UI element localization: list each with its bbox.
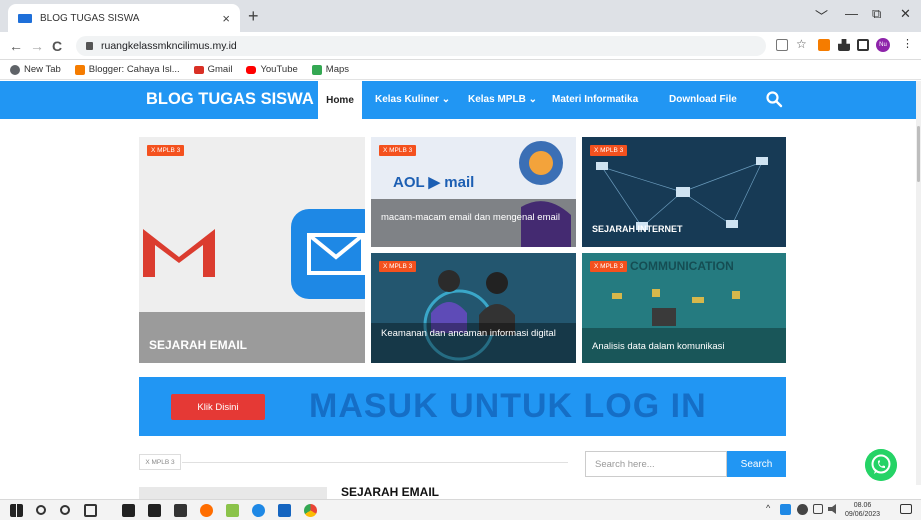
url-text: ruangkelassmkncilimus.my.id	[101, 40, 237, 52]
side-panel-icon[interactable]	[857, 39, 869, 51]
card-title[interactable]: macam-macam email dan mengenal email	[381, 212, 571, 224]
category-tag[interactable]: X MPLB 3	[139, 454, 181, 470]
address-toolbar: ← → C ruangkelassmkncilimus.my.id ☆ Nu ⋮	[0, 32, 921, 60]
nav-materi-informatika[interactable]: Materi Informatika	[552, 94, 638, 105]
task-view-icon[interactable]	[84, 504, 97, 517]
restore-button[interactable]: ⧉	[872, 6, 881, 22]
card-title[interactable]: Analisis data dalam komunikasi	[592, 341, 725, 353]
chrome-icon	[10, 64, 20, 75]
file-explorer-icon[interactable]	[226, 504, 239, 517]
share-icon[interactable]	[776, 39, 788, 51]
mail-app-icon[interactable]	[122, 504, 135, 517]
nav-kelas-mplb[interactable]: Kelas MPLB ⌄	[468, 94, 537, 105]
extensions-puzzle-icon[interactable]	[838, 39, 850, 51]
bookmarks-bar: New Tab Blogger: Cahaya Isl... Gmail You…	[0, 60, 921, 80]
site-header: BLOG TUGAS SISWA Home Kelas Kuliner ⌄ Ke…	[0, 81, 916, 119]
communication-watermark: COMMUNICATION	[630, 259, 734, 273]
nav-home[interactable]: Home	[318, 81, 362, 119]
bookmark-star-icon[interactable]: ☆	[796, 37, 808, 51]
maps-icon	[311, 64, 322, 75]
clock-date: 09/06/2023	[845, 511, 881, 518]
site-favicon-icon	[18, 13, 32, 23]
blogger-icon	[74, 64, 85, 75]
tab-title: BLOG TUGAS SISWA	[40, 12, 140, 24]
gmail-icon	[193, 65, 204, 74]
nav-download-file[interactable]: Download File	[669, 94, 737, 105]
category-badge[interactable]: X MPLB 3	[590, 261, 628, 272]
bookmark-new-tab[interactable]: New Tab	[10, 64, 61, 75]
post-thumbnail[interactable]	[139, 487, 327, 499]
tray-expand-icon[interactable]: ^	[766, 503, 770, 513]
bookmark-label: Blogger: Cahaya Isl...	[88, 64, 180, 75]
firefox-icon[interactable]	[200, 504, 213, 517]
featured-card-macam-email[interactable]: AOL ▶ mail X MPLB 3 macam-macam email da…	[371, 137, 576, 247]
featured-card-sejarah-internet[interactable]: X MPLB 3 SEJARAH INTERNET	[582, 137, 786, 247]
youtube-icon	[246, 65, 257, 74]
category-badge[interactable]: X MPLB 3	[379, 261, 417, 272]
bookmark-label: Maps	[325, 64, 350, 75]
windows-taskbar: ^ 08.06 09/06/2023	[0, 499, 921, 520]
featured-card-analisis-data[interactable]: COMMUNICATION X MPLB 3 Analisis data dal…	[582, 253, 786, 363]
search-button[interactable]: Search	[727, 451, 786, 477]
cortana-icon[interactable]	[60, 505, 70, 515]
post-title[interactable]: SEJARAH EMAIL	[341, 485, 439, 499]
nav-kelas-kuliner[interactable]: Kelas Kuliner ⌄	[375, 94, 450, 105]
outlook-icon[interactable]	[278, 504, 291, 517]
site-brand[interactable]: BLOG TUGAS SISWA	[146, 90, 314, 109]
bookmark-gmail[interactable]: Gmail	[193, 64, 233, 75]
close-window-button[interactable]: ✕	[900, 6, 911, 22]
tab-search-icon[interactable]: ﹀	[815, 6, 828, 25]
card-title[interactable]: SEJARAH EMAIL	[149, 339, 247, 351]
chrome-taskbar-icon[interactable]	[304, 504, 317, 517]
browser-tab[interactable]: BLOG TUGAS SISWA ×	[8, 4, 240, 32]
aol-logo-text: AOL ▶ mail	[393, 174, 475, 191]
start-menu-icon[interactable]	[10, 504, 23, 517]
edge-icon[interactable]	[252, 504, 265, 517]
volume-icon[interactable]	[828, 504, 836, 514]
bookmark-blogger[interactable]: Blogger: Cahaya Isl...	[74, 64, 180, 75]
category-badge[interactable]: X MPLB 3	[590, 145, 628, 156]
bookmark-maps[interactable]: Maps	[311, 64, 350, 75]
network-icon[interactable]	[797, 504, 808, 515]
photos-icon[interactable]	[174, 504, 187, 517]
profile-avatar[interactable]: Nu	[876, 38, 890, 52]
card-title[interactable]: Keamanan dan ancaman informasi digital	[381, 328, 561, 340]
category-badge[interactable]: X MPLB 3	[379, 145, 417, 156]
bookmark-label: YouTube	[260, 64, 298, 75]
menu-kebab-icon[interactable]: ⋮	[902, 37, 914, 50]
notification-icon[interactable]	[900, 504, 912, 514]
pen-icon[interactable]	[813, 504, 823, 514]
featured-card-sejarah-email[interactable]: X MPLB 3 SEJARAH EMAIL	[139, 137, 365, 363]
bookmark-label: Gmail	[207, 64, 233, 75]
store-icon[interactable]	[148, 504, 161, 517]
divider	[182, 462, 568, 463]
minimize-button[interactable]: —	[845, 6, 858, 21]
forward-button[interactable]: →	[30, 38, 44, 54]
login-banner: MASUK UNTUK LOG IN Klik Disini	[139, 377, 786, 436]
search-taskbar-icon[interactable]	[36, 505, 46, 515]
search-icon[interactable]	[765, 90, 783, 108]
email-illustration	[139, 137, 365, 363]
bookmark-youtube[interactable]: YouTube	[246, 64, 298, 75]
tab-close-icon[interactable]: ×	[222, 11, 230, 26]
whatsapp-icon[interactable]	[865, 449, 897, 481]
reload-button[interactable]: C	[52, 38, 62, 54]
tray-app-icon[interactable]	[780, 504, 791, 515]
url-bar[interactable]: ruangkelassmkncilimus.my.id	[76, 36, 766, 56]
search-input[interactable]: Search here...	[585, 451, 727, 477]
extension-icon[interactable]	[818, 39, 830, 51]
scrollbar-thumb[interactable]	[917, 126, 920, 182]
banner-text: MASUK UNTUK LOG IN	[309, 387, 707, 425]
klik-disini-button[interactable]: Klik Disini	[171, 394, 265, 420]
category-badge[interactable]: X MPLB 3	[147, 145, 185, 156]
bookmark-label: New Tab	[24, 64, 61, 75]
lock-icon	[86, 42, 93, 50]
new-tab-button[interactable]: +	[248, 6, 259, 27]
featured-card-keamanan-informasi[interactable]: X MPLB 3 Keamanan dan ancaman informasi …	[371, 253, 576, 363]
back-button[interactable]: ←	[9, 38, 23, 54]
clock-time: 08.06	[853, 502, 872, 509]
system-clock[interactable]: 08.06 09/06/2023	[845, 501, 880, 519]
card-title[interactable]: SEJARAH INTERNET	[592, 223, 683, 235]
browser-tab-bar: BLOG TUGAS SISWA × + ﹀ — ⧉ ✕	[0, 0, 921, 32]
